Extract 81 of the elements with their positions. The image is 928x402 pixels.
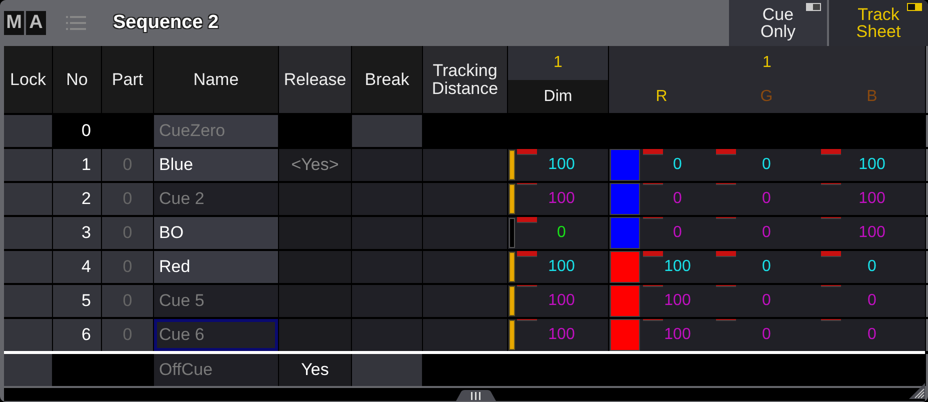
cue-name: Red [154, 251, 278, 283]
channel-value: 100 [858, 156, 886, 174]
cue-number: 4 [53, 251, 101, 283]
table-cell [4, 251, 52, 283]
channel-value: 0 [557, 224, 566, 242]
cue-name: BO [154, 217, 278, 249]
channel-value: 0 [762, 292, 771, 310]
channel-value: 0 [762, 156, 771, 174]
cue-name: OffCue [154, 354, 278, 386]
table-cell [279, 183, 351, 215]
table-cell [4, 149, 52, 181]
channel-value: 100 [548, 156, 575, 174]
column-header: Release [279, 46, 351, 113]
channel-value: 0 [762, 190, 771, 208]
column-header: No [53, 46, 101, 113]
channel-value: 0 [673, 224, 682, 242]
cue-number: 1 [53, 149, 101, 181]
table-cell [352, 285, 422, 317]
view-tab[interactable]: Cue Only [729, 0, 827, 46]
view-tab[interactable]: Track Sheet [829, 0, 928, 46]
table-cell [352, 115, 422, 147]
channel-value: 0 [762, 258, 771, 276]
channel-value: 100 [664, 292, 691, 310]
channel-header: R [656, 88, 668, 106]
cue-number: 6 [53, 319, 101, 351]
cue-name: CueZero [154, 115, 278, 147]
channel-value: 0 [868, 326, 876, 344]
release-value: <Yes> [279, 149, 351, 181]
group-number: 1 [508, 46, 608, 80]
channel-header: Dim [544, 88, 572, 106]
table-cell [352, 217, 422, 249]
channel-value: 100 [664, 258, 691, 276]
drag-handle-icon[interactable] [456, 390, 496, 401]
cue-number: 2 [53, 183, 101, 215]
table-cell [4, 319, 52, 351]
channel-value: 0 [868, 258, 876, 276]
table-cell [4, 285, 52, 317]
column-header: Break [352, 46, 422, 113]
channel-value: 100 [858, 190, 886, 208]
logo-letter: M [4, 11, 24, 35]
cue-name: Blue [154, 149, 278, 181]
column-header: Name [154, 46, 278, 113]
group-number: 1 [762, 53, 772, 73]
table-cell [352, 183, 422, 215]
table-cell [352, 149, 422, 181]
channel-value: 0 [762, 224, 771, 242]
table-cell [4, 354, 52, 386]
channel-value: 0 [868, 292, 876, 310]
channel-value: 0 [673, 156, 682, 174]
channel-value: 100 [664, 326, 691, 344]
channel-value: 100 [548, 326, 575, 344]
channel-value: 0 [673, 190, 682, 208]
release-value: Yes [279, 354, 351, 386]
table-cell [352, 319, 422, 351]
channel-value: 100 [548, 190, 575, 208]
table-cell [352, 251, 422, 283]
channel-value: 0 [762, 326, 771, 344]
channel-value: 100 [548, 258, 575, 276]
table-cell [279, 285, 351, 317]
cue-name: Cue 2 [154, 183, 278, 215]
column-header: Part [102, 46, 153, 113]
table-cell [279, 251, 351, 283]
table-cell [4, 217, 52, 249]
channel-header: B [866, 88, 878, 106]
logo-letter: A [26, 11, 46, 35]
table-cell [279, 217, 351, 249]
cue-name: Cue 5 [154, 285, 278, 317]
table-cell [352, 354, 422, 386]
resize-grip-icon[interactable] [909, 383, 925, 399]
window-title: Sequence 2 [113, 12, 219, 34]
table-cell [279, 319, 351, 351]
cue-number: 3 [53, 217, 101, 249]
column-header: Lock [4, 46, 52, 113]
channel-value: 100 [548, 292, 575, 310]
cue-number: 5 [53, 285, 101, 317]
channel-header: G [760, 88, 773, 106]
cue-name: Cue 6 [154, 319, 278, 351]
table-cell [4, 183, 52, 215]
channel-value: 100 [858, 224, 886, 242]
column-header: Tracking Distance [423, 46, 507, 113]
table-cell [4, 115, 52, 147]
